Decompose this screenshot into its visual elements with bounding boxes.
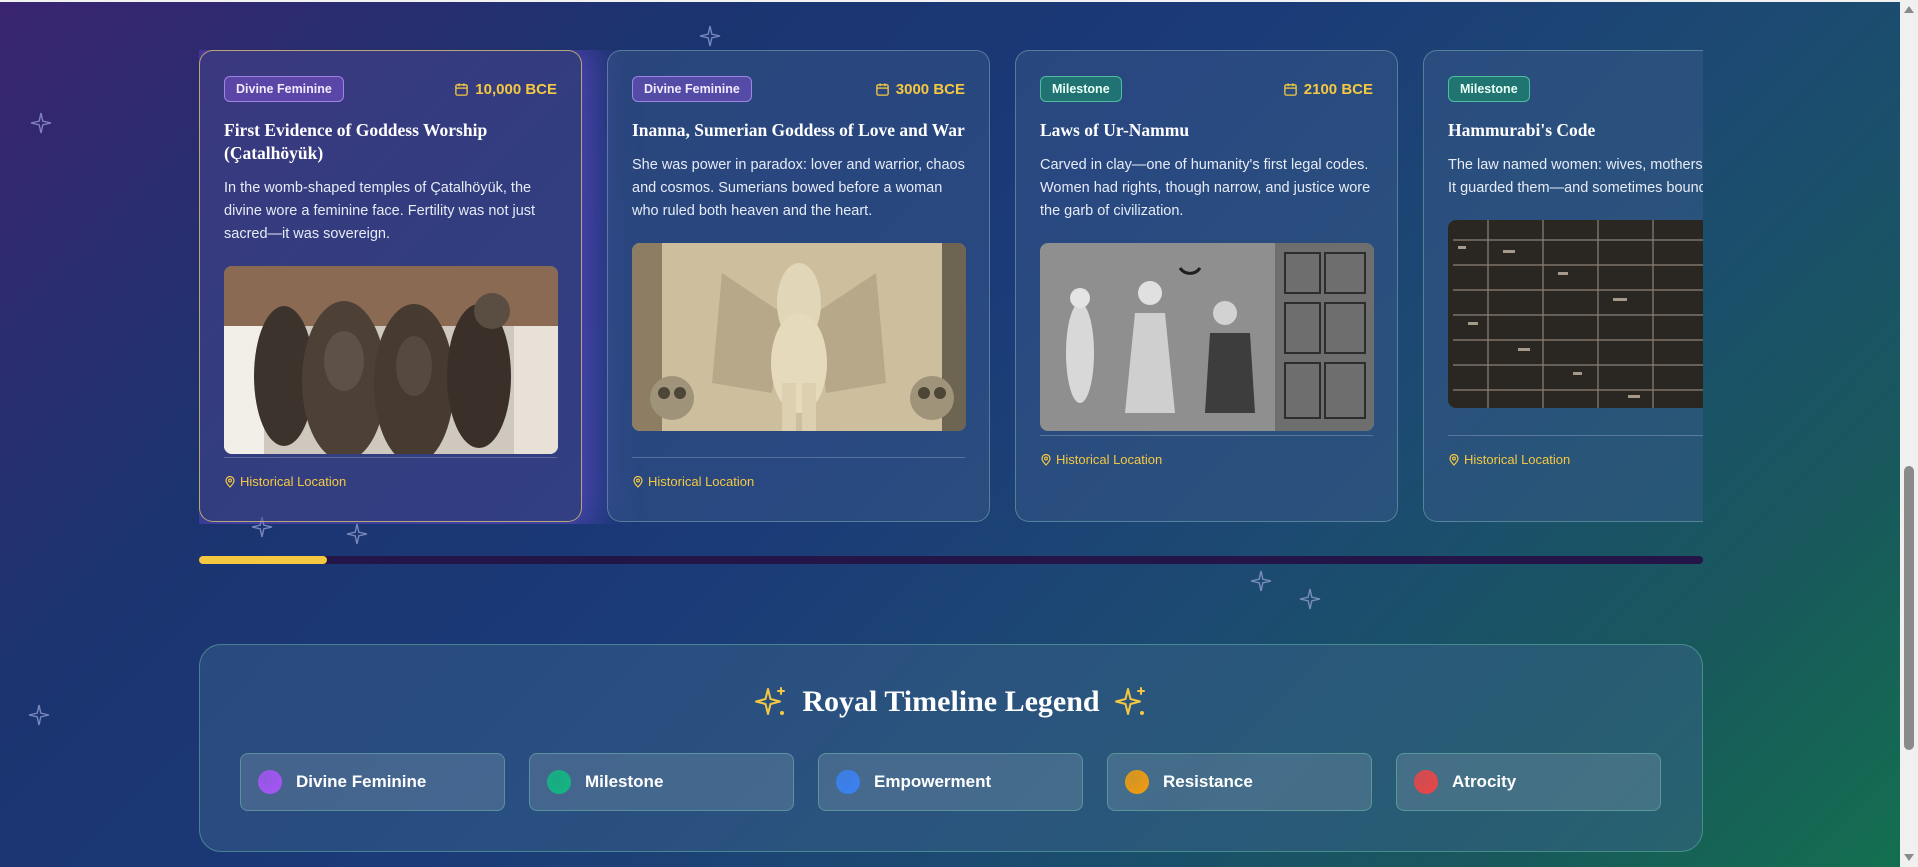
event-date: 10,000 BCE: [454, 81, 557, 98]
legend-item-milestone[interactable]: Milestone: [529, 753, 794, 811]
card-description: She was power in paradox: lover and warr…: [632, 157, 965, 219]
page-scrollbar[interactable]: [1900, 0, 1918, 867]
event-date-text: 10,000 BCE: [475, 80, 557, 98]
card-location: Historical Location: [1448, 435, 1703, 467]
calendar-icon: [876, 82, 889, 96]
card-title: Hammurabi's Code: [1448, 120, 1596, 140]
clay-figurine-image: [224, 266, 558, 454]
relief-goddess-image: [632, 243, 966, 431]
legend-color-dot: [547, 770, 571, 794]
event-date-text: 3000 BCE: [895, 80, 965, 98]
card-description: In the womb-shaped temples of Çatalhöyük…: [224, 180, 536, 242]
event-date: 2100 BCE: [1283, 81, 1373, 98]
calendar-icon: [455, 82, 469, 96]
sparkle-icon: [345, 522, 369, 546]
legend-item-divine-feminine[interactable]: Divine Feminine: [240, 753, 505, 811]
legend-item-label: Empowerment: [874, 772, 992, 791]
category-badge: Divine Feminine: [224, 76, 344, 102]
card-title: First Evidence of Goddess Worship (Çatal…: [224, 120, 488, 163]
map-pin-icon: [225, 475, 235, 488]
sparkle-icon: [1249, 569, 1273, 593]
carousel-progress-fill: [199, 556, 327, 564]
sparkle-icon: [755, 687, 786, 715]
card-description: The law named women: wives, mothers, dau…: [1448, 157, 1703, 196]
event-date-text: 2100 BCE: [1303, 80, 1373, 98]
category-badge: Milestone: [1448, 76, 1530, 102]
map-pin-icon: [633, 475, 643, 488]
location-text: Historical Location: [1464, 452, 1571, 467]
legend-item-label: Atrocity: [1452, 772, 1517, 791]
timeline-card[interactable]: Divine Feminine 3000 BCE Inanna, Sumeria…: [607, 50, 990, 522]
location-text: Historical Location: [240, 474, 347, 489]
card-title: Laws of Ur-Nammu: [1040, 120, 1190, 140]
card-location: Historical Location: [224, 457, 557, 489]
sparkle-icon: [698, 24, 722, 48]
sparkle-icon: [29, 111, 53, 135]
legend-color-dot: [1414, 770, 1438, 794]
map-pin-icon: [1449, 453, 1459, 466]
calendar-icon: [1284, 82, 1297, 96]
legend-item-label: Divine Feminine: [296, 772, 427, 791]
card-location: Historical Location: [632, 457, 965, 489]
card-location: Historical Location: [1040, 435, 1373, 467]
timeline-card[interactable]: Milestone Hammurabi's Code The law named…: [1423, 50, 1703, 522]
legend-color-dot: [1125, 770, 1149, 794]
legend-item-resistance[interactable]: Resistance: [1107, 753, 1372, 811]
location-text: Historical Location: [1056, 452, 1163, 467]
category-badge: Milestone: [1040, 76, 1122, 102]
scrollbar-thumb[interactable]: [1904, 466, 1914, 750]
legend-item-atrocity[interactable]: Atrocity: [1396, 753, 1661, 811]
cylinder-seal-image: [1040, 243, 1374, 431]
legend-color-dot: [836, 770, 860, 794]
event-date: 3000 BCE: [875, 81, 965, 98]
map-pin-icon: [1041, 453, 1051, 466]
legend-color-dot: [258, 770, 282, 794]
legend-item-empowerment[interactable]: Empowerment: [818, 753, 1083, 811]
legend-items: Divine Feminine Milestone Empowerment Re…: [240, 753, 1661, 811]
legend-heading: Royal Timeline Legend: [200, 685, 1702, 719]
sparkle-icon: [1114, 687, 1145, 715]
scroll-up-arrow-icon[interactable]: [1904, 6, 1914, 13]
timeline-carousel[interactable]: Divine Feminine 10,000 BCE First Evidenc…: [199, 50, 1703, 524]
card-title: Inanna, Sumerian Goddess of Love and War: [632, 120, 965, 140]
timeline-card[interactable]: Milestone 2100 BCE Laws of Ur-Nammu Carv…: [1015, 50, 1398, 522]
timeline-legend: Royal Timeline Legend Divine Feminine Mi…: [199, 644, 1703, 852]
category-badge: Divine Feminine: [632, 76, 752, 102]
cuneiform-stele-image: [1448, 220, 1703, 408]
sparkle-icon: [1298, 587, 1322, 611]
scroll-down-arrow-icon[interactable]: [1904, 854, 1914, 861]
card-description: Carved in clay—one of humanity's first l…: [1040, 157, 1371, 219]
legend-item-label: Milestone: [585, 772, 664, 791]
top-edge: [0, 0, 1900, 2]
location-text: Historical Location: [648, 474, 755, 489]
carousel-progress-bar[interactable]: [199, 556, 1703, 564]
legend-item-label: Resistance: [1163, 772, 1253, 791]
timeline-card[interactable]: Divine Feminine 10,000 BCE First Evidenc…: [199, 50, 582, 522]
sparkle-icon: [27, 703, 51, 727]
legend-title: Royal Timeline Legend: [802, 685, 1100, 718]
